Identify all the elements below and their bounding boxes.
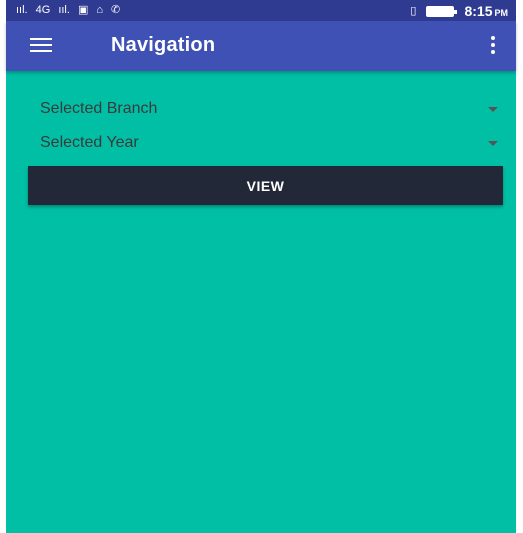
page-title: Navigation xyxy=(111,34,216,56)
chevron-down-icon xyxy=(488,107,498,112)
status-right-icons: ▯ 8:15 PM xyxy=(410,3,508,19)
hamburger-menu-icon[interactable] xyxy=(30,38,52,54)
message-icon: ✆ xyxy=(111,4,121,16)
app-screen: ııl. 4G ııl. ▣ ⌂ ✆ ▯ 8:15 PM Navigation S… xyxy=(6,0,516,533)
status-bar: ııl. 4G ııl. ▣ ⌂ ✆ ▯ 8:15 PM xyxy=(6,0,516,21)
vibrate-icon: ▯ xyxy=(410,5,417,17)
app-bar: Navigation xyxy=(6,21,516,71)
year-dropdown-label: Selected Year xyxy=(40,134,139,151)
image-icon: ▣ xyxy=(77,4,89,16)
branch-dropdown[interactable]: Selected Branch xyxy=(40,94,500,124)
network-type-icon: 4G xyxy=(35,4,51,16)
year-dropdown[interactable]: Selected Year xyxy=(40,128,500,158)
view-button[interactable]: VIEW xyxy=(28,166,503,205)
status-left-icons: ııl. 4G ııl. ▣ ⌂ ✆ xyxy=(16,3,120,17)
chevron-down-icon xyxy=(488,141,498,146)
clock: 8:15 PM xyxy=(464,3,508,19)
home-icon: ⌂ xyxy=(96,4,103,16)
battery-icon xyxy=(426,5,458,17)
clock-ampm: PM xyxy=(494,8,509,18)
clock-time: 8:15 xyxy=(464,3,493,19)
more-vertical-icon[interactable] xyxy=(490,36,496,56)
signal-icon: ııl. xyxy=(16,4,28,16)
branch-dropdown-label: Selected Branch xyxy=(40,100,158,117)
signal-icon: ııl. xyxy=(58,4,70,16)
